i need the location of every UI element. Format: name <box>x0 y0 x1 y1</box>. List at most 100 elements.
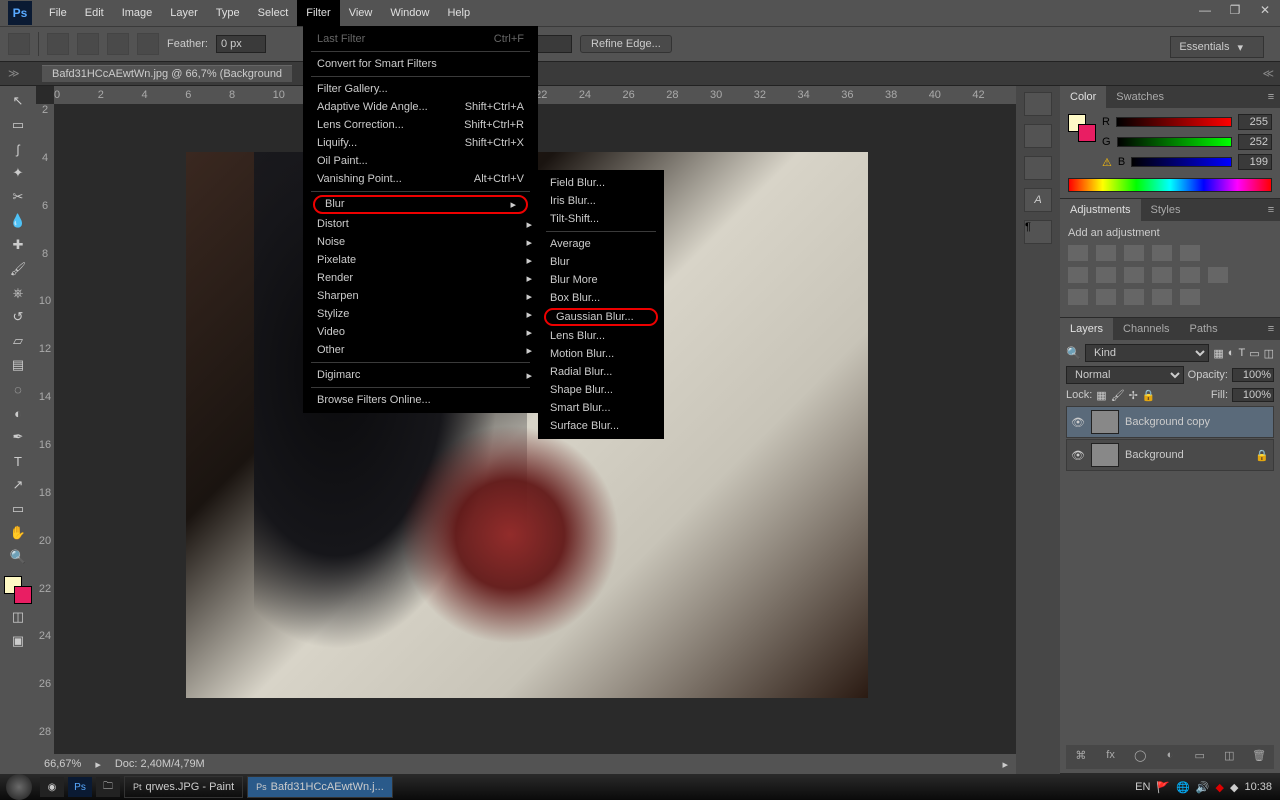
workspace-selector[interactable]: Essentials ▾ <box>1170 36 1264 58</box>
channelmixer-adjustment-icon[interactable] <box>1180 267 1200 283</box>
menu-item-browse-filters[interactable]: Browse Filters Online... <box>303 391 538 409</box>
menu-item-other[interactable]: Other▸ <box>303 341 538 359</box>
tab-adjustments[interactable]: Adjustments <box>1060 199 1141 221</box>
posterize-adjustment-icon[interactable] <box>1096 289 1116 305</box>
foreground-background-swatches[interactable] <box>4 576 32 604</box>
hue-adjustment-icon[interactable] <box>1068 267 1088 283</box>
language-indicator[interactable]: EN <box>1135 781 1150 793</box>
brush-tool[interactable]: 🖌 <box>6 258 30 280</box>
marquee-tool-preset-icon[interactable] <box>8 33 30 55</box>
color-swatch-pair[interactable] <box>1068 114 1096 142</box>
lock-position-icon[interactable]: ✢ <box>1129 389 1138 402</box>
panel-menu-icon[interactable]: ≡ <box>1262 91 1280 103</box>
menu-item-oil-paint[interactable]: Oil Paint... <box>303 152 538 170</box>
file-info-icon[interactable]: ▸ <box>95 758 101 771</box>
submenu-item-field-blur-[interactable]: Field Blur... <box>538 174 664 192</box>
photoshop-pinned-icon[interactable]: Ps <box>68 777 92 797</box>
submenu-item-blur[interactable]: Blur <box>538 253 664 271</box>
new-layer-icon[interactable]: ◫ <box>1220 749 1238 765</box>
visibility-icon[interactable]: 👁 <box>1071 416 1085 429</box>
menu-select[interactable]: Select <box>249 0 298 26</box>
submenu-item-smart-blur-[interactable]: Smart Blur... <box>538 399 664 417</box>
submenu-item-gaussian-blur-[interactable]: Gaussian Blur... <box>544 308 658 326</box>
layer-mask-icon[interactable]: ◯ <box>1131 749 1149 765</box>
panel-menu-icon[interactable]: ≡ <box>1262 204 1280 216</box>
tab-swatches[interactable]: Swatches <box>1106 86 1174 108</box>
tray-network-icon[interactable]: 🌐 <box>1176 781 1190 794</box>
zoom-readout[interactable]: 66,67% <box>44 758 81 770</box>
menu-item-sharpen[interactable]: Sharpen▸ <box>303 287 538 305</box>
menu-image[interactable]: Image <box>113 0 162 26</box>
levels-adjustment-icon[interactable] <box>1096 245 1116 261</box>
move-tool[interactable]: ↖ <box>6 90 30 112</box>
menu-file[interactable]: File <box>40 0 76 26</box>
submenu-item-box-blur-[interactable]: Box Blur... <box>538 289 664 307</box>
blur-tool[interactable]: ◌ <box>6 378 30 400</box>
threshold-adjustment-icon[interactable] <box>1124 289 1144 305</box>
blend-mode-select[interactable]: Normal <box>1066 366 1184 384</box>
properties-dock-icon[interactable] <box>1024 156 1052 180</box>
layer-item[interactable]: 👁Background copy <box>1066 406 1274 438</box>
layer-fx-icon[interactable]: fx <box>1102 749 1120 765</box>
layer-filter-kind[interactable]: Kind <box>1085 344 1209 362</box>
magic-wand-tool[interactable]: ✦ <box>6 162 30 184</box>
selection-new-icon[interactable] <box>47 33 69 55</box>
layer-group-icon[interactable]: ▭ <box>1191 749 1209 765</box>
link-layers-icon[interactable]: ⌘ <box>1072 749 1090 765</box>
layer-thumbnail[interactable] <box>1091 443 1119 467</box>
tab-styles[interactable]: Styles <box>1141 199 1191 221</box>
exposure-adjustment-icon[interactable] <box>1152 245 1172 261</box>
invert-adjustment-icon[interactable] <box>1068 289 1088 305</box>
pen-tool[interactable]: ✒ <box>6 426 30 448</box>
screen-mode-icon[interactable]: ▣ <box>6 630 30 652</box>
history-dock-icon[interactable] <box>1024 92 1052 116</box>
start-button[interactable] <box>6 774 32 800</box>
menu-item-liquify[interactable]: Liquify...Shift+Ctrl+X <box>303 134 538 152</box>
brightness-adjustment-icon[interactable] <box>1068 245 1088 261</box>
menu-item-noise[interactable]: Noise▸ <box>303 233 538 251</box>
taskbar-app[interactable]: Ptqrwes.JPG - Paint <box>124 776 243 798</box>
dodge-tool[interactable]: ◐ <box>6 402 30 424</box>
opacity-input[interactable] <box>1232 368 1274 382</box>
visibility-icon[interactable]: 👁 <box>1071 449 1085 462</box>
submenu-item-radial-blur-[interactable]: Radial Blur... <box>538 363 664 381</box>
selectivecolor-adjustment-icon[interactable] <box>1180 289 1200 305</box>
vibrance-adjustment-icon[interactable] <box>1180 245 1200 261</box>
delete-layer-icon[interactable]: 🗑 <box>1250 749 1268 765</box>
history-brush-tool[interactable]: ↺ <box>6 306 30 328</box>
filter-image-icon[interactable]: ▦ <box>1213 347 1223 360</box>
maximize-button[interactable]: ❐ <box>1220 0 1250 20</box>
tray-flag-icon[interactable]: 🚩 <box>1156 781 1170 794</box>
menu-item-blur[interactable]: Blur▸ <box>313 195 528 214</box>
submenu-item-blur-more[interactable]: Blur More <box>538 271 664 289</box>
paragraph-dock-icon[interactable]: ¶ <box>1024 220 1052 244</box>
b-input[interactable] <box>1238 154 1272 170</box>
fill-input[interactable] <box>1232 388 1274 402</box>
selection-intersect-icon[interactable] <box>137 33 159 55</box>
expand-dock-icon[interactable]: ≫ <box>8 67 20 80</box>
menu-item-vanishing-point[interactable]: Vanishing Point...Alt+Ctrl+V <box>303 170 538 188</box>
colorlookup-adjustment-icon[interactable] <box>1208 267 1228 283</box>
menu-item-digimarc[interactable]: Digimarc▸ <box>303 366 538 384</box>
menu-edit[interactable]: Edit <box>76 0 113 26</box>
lock-image-icon[interactable]: 🖌 <box>1111 389 1125 402</box>
character-dock-icon[interactable]: A <box>1024 188 1052 212</box>
menu-layer[interactable]: Layer <box>161 0 207 26</box>
tab-paths[interactable]: Paths <box>1180 318 1228 340</box>
filter-shape-icon[interactable]: ▭ <box>1249 347 1259 360</box>
gradientmap-adjustment-icon[interactable] <box>1152 289 1172 305</box>
actions-dock-icon[interactable] <box>1024 124 1052 148</box>
submenu-item-motion-blur-[interactable]: Motion Blur... <box>538 345 664 363</box>
tray-antivirus-icon[interactable]: ◆ <box>1216 781 1224 794</box>
clone-stamp-tool[interactable]: ⎈ <box>6 282 30 304</box>
submenu-item-tilt-shift-[interactable]: Tilt-Shift... <box>538 210 664 228</box>
menu-window[interactable]: Window <box>381 0 438 26</box>
bw-adjustment-icon[interactable] <box>1124 267 1144 283</box>
lasso-tool[interactable]: ʃ <box>6 138 30 160</box>
rectangle-tool[interactable]: ▭ <box>6 498 30 520</box>
menu-item-filter-gallery[interactable]: Filter Gallery... <box>303 80 538 98</box>
submenu-item-surface-blur-[interactable]: Surface Blur... <box>538 417 664 435</box>
menu-item-stylize[interactable]: Stylize▸ <box>303 305 538 323</box>
gradient-tool[interactable]: ▤ <box>6 354 30 376</box>
feather-input[interactable] <box>216 35 266 53</box>
